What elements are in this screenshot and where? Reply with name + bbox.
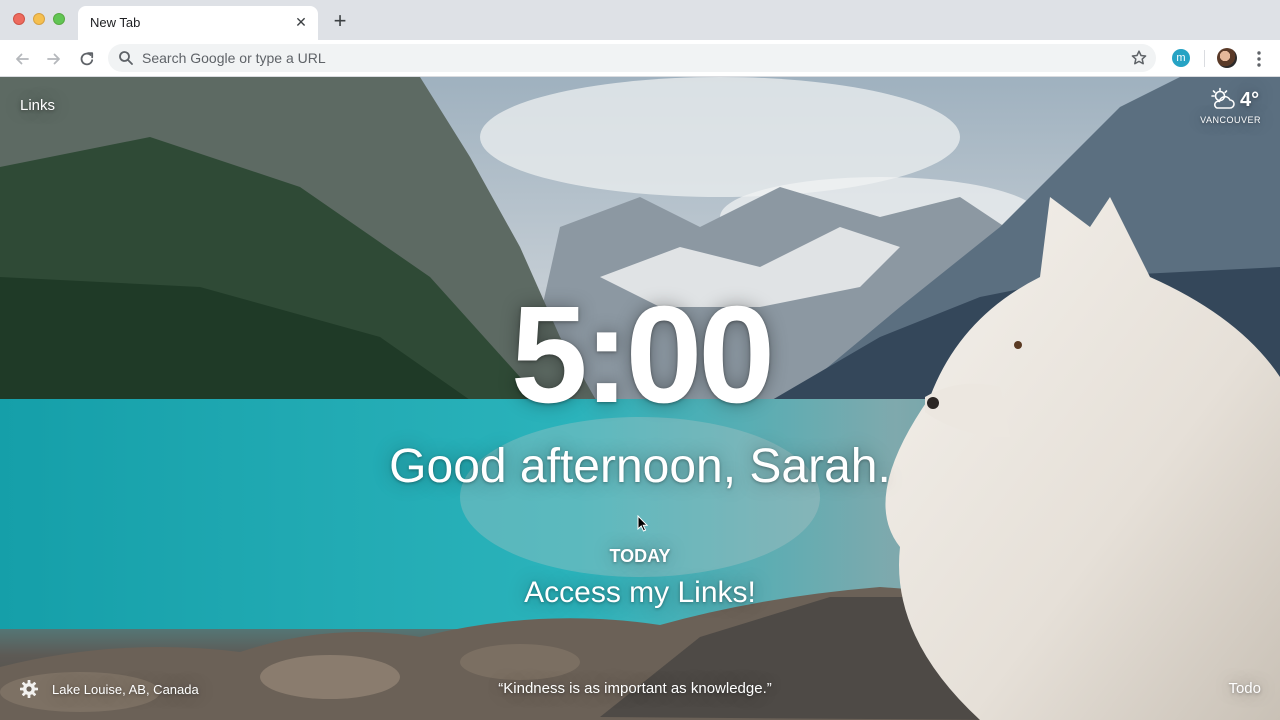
new-tab-page: Links 4° VANCOUVER 5:00 Good afternoon, … [0,77,1280,720]
close-icon[interactable]: ✕ [292,13,310,31]
window-zoom-button[interactable] [53,13,65,25]
back-arrow-icon[interactable] [12,49,32,69]
mouse-pointer-icon [637,515,649,532]
links-button[interactable]: Links [20,97,55,114]
tab-new-tab[interactable]: New Tab ✕ [78,6,318,40]
reload-icon[interactable] [77,49,97,69]
greeting: Good afternoon, Sarah. [389,440,891,493]
clock: 5:00 [510,278,775,432]
focus-text[interactable]: Access my Links! [0,576,1280,610]
toolbar-divider [1204,50,1205,67]
momentum-extension-icon[interactable]: m [1172,49,1190,67]
search-icon [119,51,133,65]
avatar[interactable] [1217,48,1237,68]
partly-cloudy-icon[interactable] [1209,87,1237,111]
forward-arrow-icon[interactable] [44,49,64,69]
window-close-button[interactable] [13,13,25,25]
bookmark-star-icon[interactable] [1130,49,1148,67]
todo-button[interactable]: Todo [1228,680,1261,697]
tab-title: New Tab [90,15,141,30]
browser-toolbar: m [0,40,1280,77]
window-minimize-button[interactable] [33,13,45,25]
tab-strip: New Tab ✕ + [0,0,1280,40]
plus-icon[interactable]: + [330,10,350,32]
focus-label: TODAY [609,546,671,566]
address-input[interactable] [142,44,1102,72]
weather-temperature[interactable]: 4° [1240,89,1259,112]
weather-location: VANCOUVER [1200,115,1261,125]
omnibox[interactable] [108,44,1156,72]
daily-quote[interactable]: “Kindness is as important as knowledge.” [0,680,1270,697]
kebab-menu-icon[interactable] [1251,49,1267,69]
